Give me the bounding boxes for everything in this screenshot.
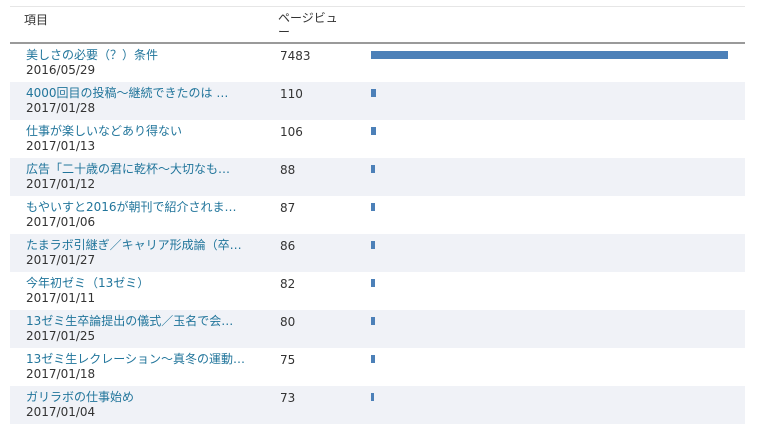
post-date: 2017/01/18 [26,367,96,381]
view-bar-track [371,355,728,363]
table-row: もやいすと2016が朝刊で紹介されま… 2017/01/06 87 [10,196,745,234]
post-date: 2017/01/06 [26,215,96,229]
top-posts-table: 項目 ページビュー 美しさの必要（？）条件 2016/05/29 7483 4000回… [10,6,745,424]
table-header: 項目 ページビュー [10,6,745,44]
page-view-count: 73 [280,391,296,405]
table-row: 4000回目の投稿〜継続できたのは … 2017/01/28 110 [10,82,745,120]
column-header-item: 項目 [24,13,49,27]
view-bar-track [371,279,728,287]
table-row: 美しさの必要（？）条件 2016/05/29 7483 [10,44,745,82]
page-view-count: 86 [280,239,296,253]
view-bar [371,355,375,363]
post-date: 2017/01/11 [26,291,96,305]
table-row: 仕事が楽しいなどあり得ない 2017/01/13 106 [10,120,745,158]
view-bar [371,203,375,211]
page-view-count: 7483 [280,49,311,63]
view-bar [371,51,728,59]
post-title-link[interactable]: もやいすと2016が朝刊で紹介されま… [26,200,256,215]
view-bar [371,241,375,249]
page-view-count: 106 [280,125,303,139]
post-title-link[interactable]: 美しさの必要（？）条件 [26,48,256,63]
post-title-link[interactable]: 今年初ゼミ（13ゼミ） [26,276,256,291]
post-date: 2017/01/25 [26,329,96,343]
column-header-views: ページビュー [278,11,338,39]
table-body: 美しさの必要（？）条件 2016/05/29 7483 4000回目の投稿〜継続できた… [10,44,745,424]
post-title-link[interactable]: ガリラボの仕事始め [26,390,256,405]
view-bar-track [371,317,728,325]
post-title-link[interactable]: 仕事が楽しいなどあり得ない [26,124,256,139]
view-bar-track [371,393,728,401]
page-view-count: 82 [280,277,296,291]
view-bar [371,317,375,325]
view-bar-track [371,241,728,249]
view-bar [371,279,375,287]
table-row: 13ゼミ生卒論提出の儀式／玉名で会… 2017/01/25 80 [10,310,745,348]
table-row: ガリラボの仕事始め 2017/01/04 73 [10,386,745,424]
table-row: 13ゼミ生レクレーション〜真冬の運動… 2017/01/18 75 [10,348,745,386]
post-date: 2017/01/27 [26,253,96,267]
post-date: 2016/05/29 [26,63,96,77]
page-view-count: 75 [280,353,296,367]
post-title-link[interactable]: たまラボ引継ぎ／キャリア形成論（卒… [26,238,256,253]
table-row: 今年初ゼミ（13ゼミ） 2017/01/11 82 [10,272,745,310]
page-view-count: 88 [280,163,296,177]
view-bar [371,393,374,401]
view-bar [371,127,376,135]
post-title-link[interactable]: 4000回目の投稿〜継続できたのは … [26,86,256,101]
post-title-link[interactable]: 13ゼミ生レクレーション〜真冬の運動… [26,352,256,367]
page-view-count: 110 [280,87,303,101]
post-date: 2017/01/28 [26,101,96,115]
view-bar-track [371,89,728,97]
post-title-link[interactable]: 13ゼミ生卒論提出の儀式／玉名で会… [26,314,256,329]
table-row: 広告「二十歳の君に乾杯〜大切なも… 2017/01/12 88 [10,158,745,196]
view-bar-track [371,51,728,59]
view-bar [371,89,376,97]
view-bar-track [371,203,728,211]
table-row: たまラボ引継ぎ／キャリア形成論（卒… 2017/01/27 86 [10,234,745,272]
post-date: 2017/01/13 [26,139,96,153]
view-bar [371,165,375,173]
post-date: 2017/01/04 [26,405,96,419]
view-bar-track [371,165,728,173]
page-view-count: 80 [280,315,296,329]
post-title-link[interactable]: 広告「二十歳の君に乾杯〜大切なも… [26,162,256,177]
page-view-count: 87 [280,201,296,215]
view-bar-track [371,127,728,135]
post-date: 2017/01/12 [26,177,96,191]
